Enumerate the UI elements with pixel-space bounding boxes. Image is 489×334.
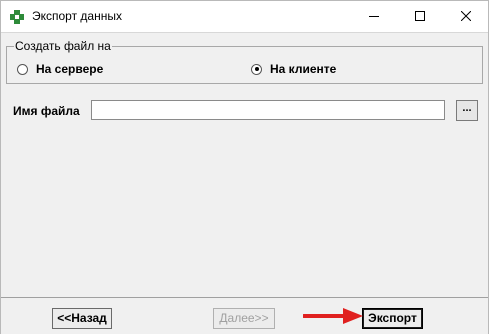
radio-server[interactable]: На сервере xyxy=(17,62,103,76)
group-title: Создать файл на xyxy=(14,39,112,53)
close-button[interactable] xyxy=(443,1,489,32)
title-bar[interactable]: Экспорт данных xyxy=(1,1,488,32)
back-button[interactable]: <<Назад xyxy=(52,308,112,329)
next-button[interactable]: Далее>> xyxy=(213,308,275,329)
close-icon xyxy=(461,11,471,21)
export-dialog: Экспорт данных Создать файл на На сервер… xyxy=(0,0,489,334)
browse-button[interactable]: ... xyxy=(456,100,478,121)
create-file-group: Создать файл на На сервере На клиенте xyxy=(6,39,483,84)
radio-circle-server[interactable] xyxy=(17,63,28,75)
window-title: Экспорт данных xyxy=(32,9,122,23)
minimize-icon xyxy=(369,16,379,17)
radio-circle-client[interactable] xyxy=(251,63,262,75)
radio-label-client[interactable]: На клиенте xyxy=(270,62,336,76)
maximize-icon xyxy=(415,11,425,21)
filename-label: Имя файла xyxy=(13,104,80,118)
minimize-button[interactable] xyxy=(351,1,397,32)
red-arrow-icon xyxy=(303,308,363,324)
maximize-button[interactable] xyxy=(397,1,443,32)
dialog-content: Создать файл на На сервере На клиенте Им… xyxy=(1,32,488,298)
filename-input[interactable] xyxy=(91,100,445,120)
export-button[interactable]: Экспорт xyxy=(362,308,423,329)
button-bar: <<Назад Далее>> Экспорт xyxy=(1,297,488,334)
radio-label-server[interactable]: На сервере xyxy=(36,62,103,76)
app-puzzle-icon xyxy=(9,9,25,25)
radio-client[interactable]: На клиенте xyxy=(251,62,336,76)
